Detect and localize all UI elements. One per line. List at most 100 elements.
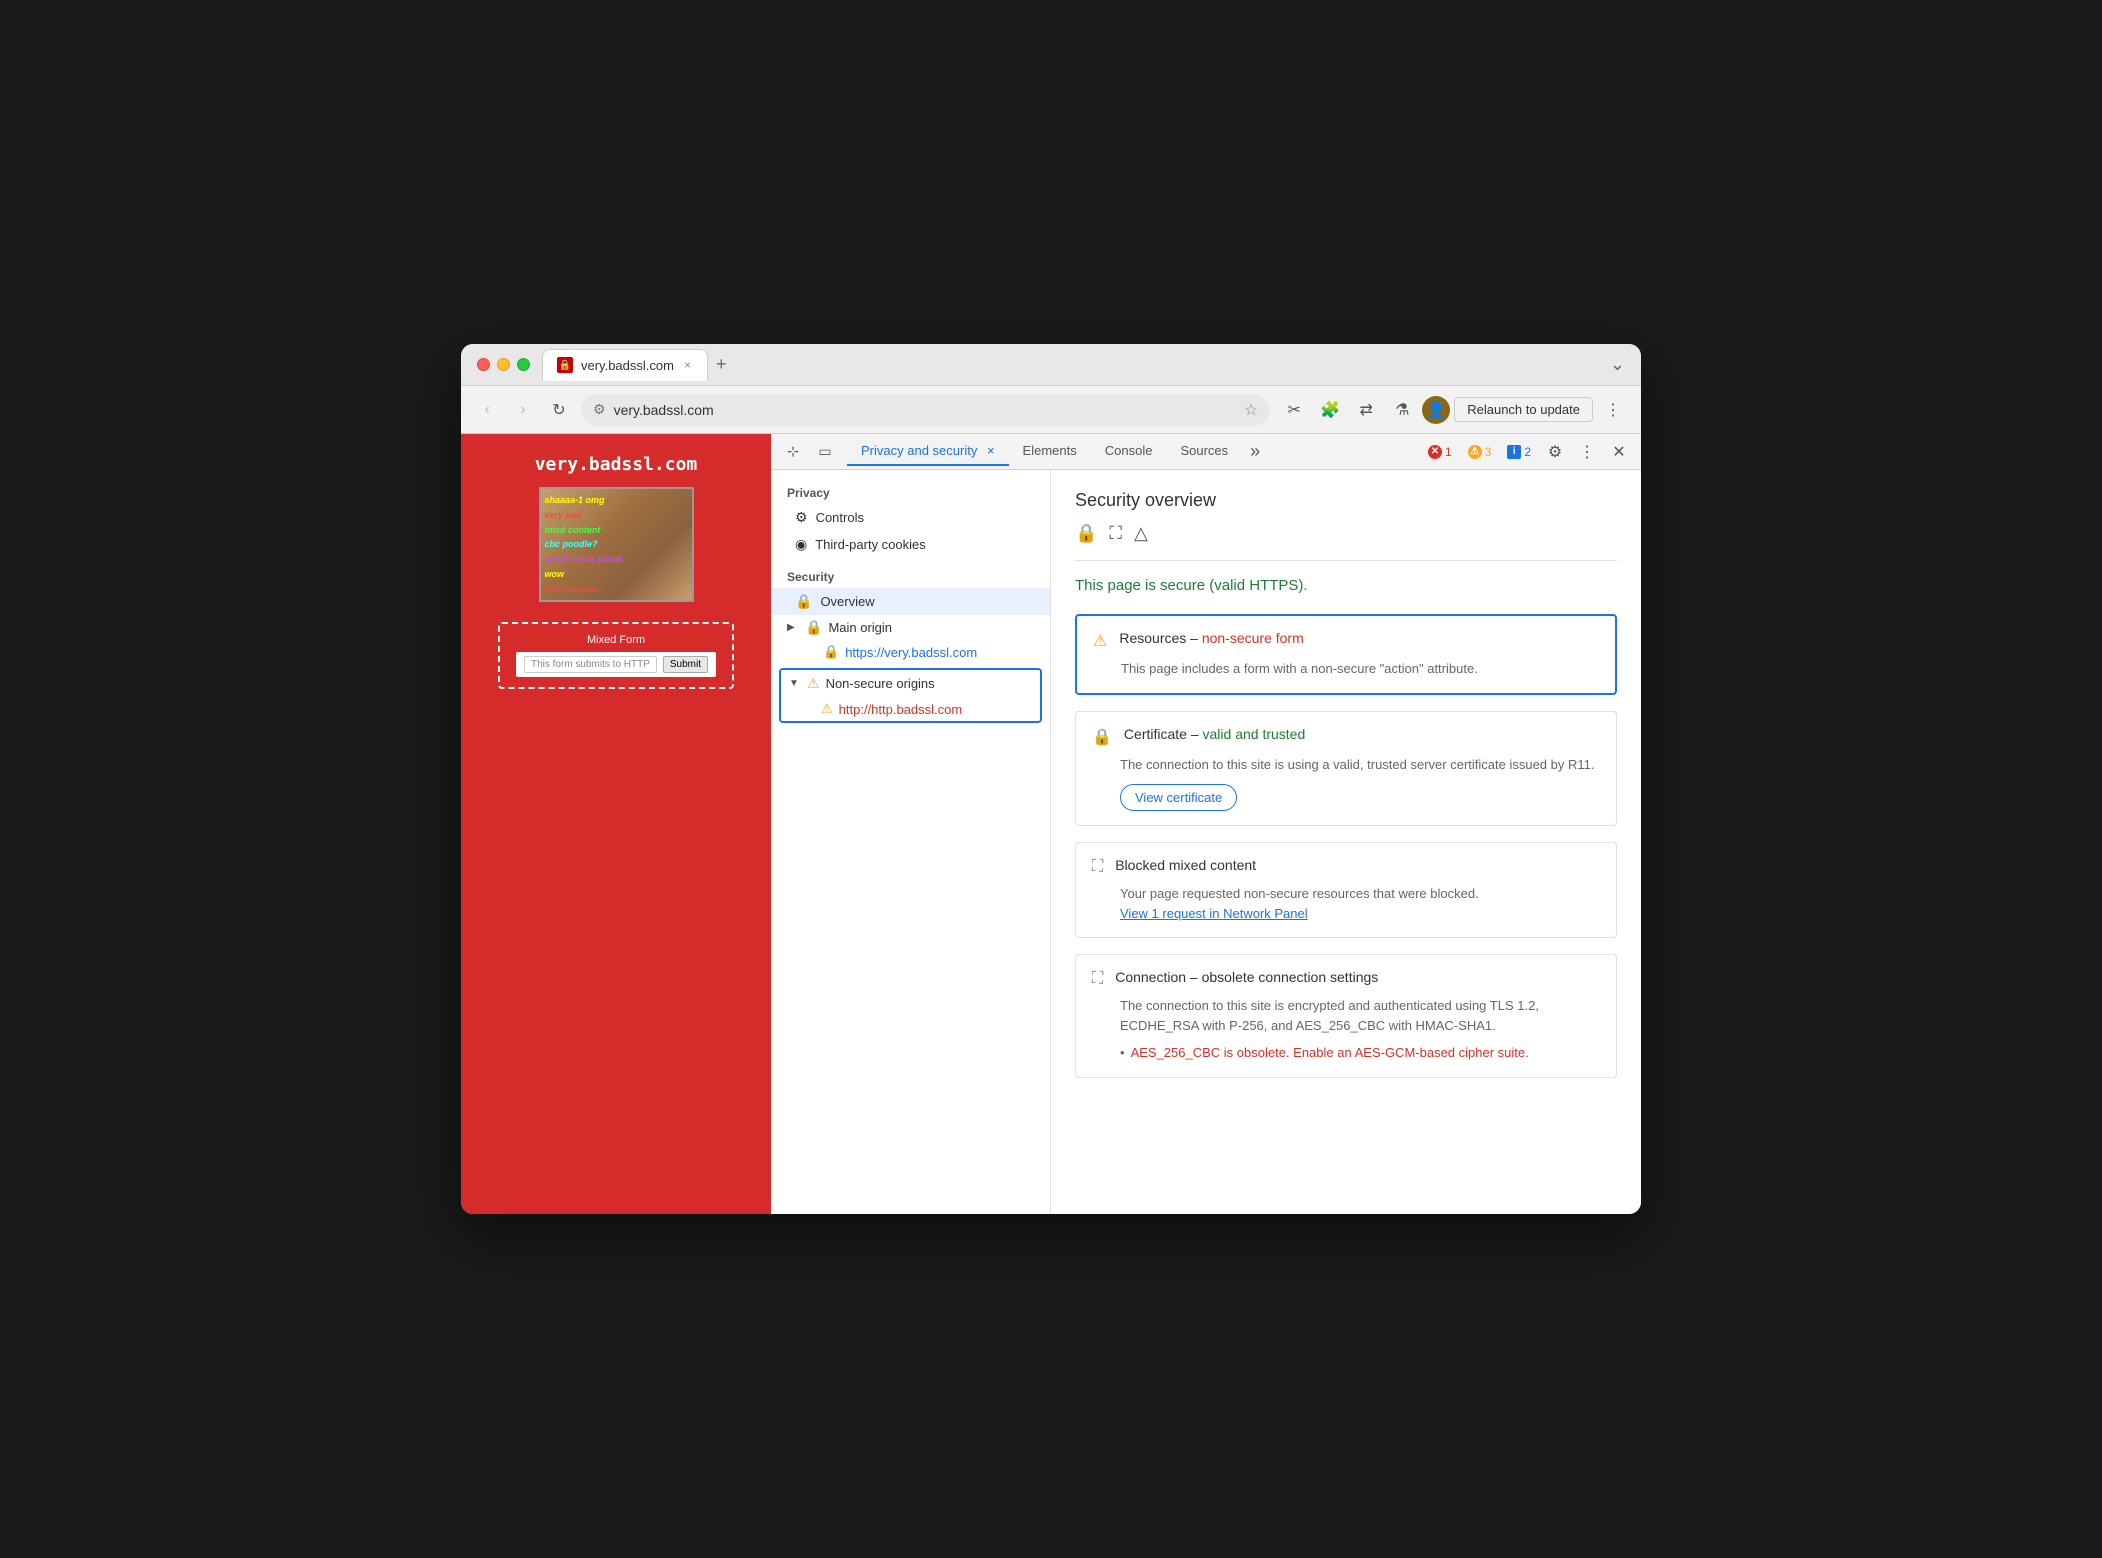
- third-party-label: Third-party cookies: [815, 537, 926, 552]
- secure-message: This page is secure (valid HTTPS).: [1075, 577, 1617, 594]
- error-blue-count: 2: [1524, 445, 1531, 459]
- certificate-title-success: valid and trusted: [1203, 726, 1306, 742]
- main-origin-lock-icon: 🔒: [805, 619, 822, 636]
- bullet-dot: •: [1120, 1043, 1125, 1063]
- forward-icon: ›: [520, 401, 525, 419]
- error-badge-red[interactable]: ✕ 1: [1422, 443, 1458, 461]
- non-secure-url: http://http.badssl.com: [839, 702, 963, 717]
- browser-menu-btn[interactable]: ⋮: [1597, 394, 1629, 426]
- browser-window: 🔒 very.badssl.com × + ⌄ ‹ › ↻ ⚙ very.bad…: [461, 344, 1641, 1214]
- doge-text-4: cbc poodle?: [545, 539, 688, 549]
- main-origin-url: https://very.badssl.com: [845, 645, 977, 660]
- security-overview-title: Security overview: [1075, 490, 1617, 511]
- sidebar-item-controls[interactable]: ⚙ Controls: [771, 504, 1050, 531]
- certificate-body-text: The connection to this site is using a v…: [1120, 757, 1595, 772]
- resources-card-header: ⚠ Resources – non-secure form: [1077, 616, 1615, 659]
- tab-console[interactable]: Console: [1091, 437, 1167, 466]
- reload-btn[interactable]: ↻: [545, 396, 573, 424]
- doge-text-2: very bad: [545, 510, 688, 520]
- overview-icon: 🔒: [795, 593, 812, 610]
- tab-close-btn[interactable]: ×: [682, 356, 693, 374]
- mixed-form-label: Mixed Form: [516, 634, 716, 646]
- frame-sec-icon: ⛶: [1109, 523, 1122, 544]
- mixed-form-area: Mixed Form This form submits to HTTP Sub…: [498, 622, 734, 689]
- doge-text-1: shaaaa-1 omg: [545, 495, 688, 505]
- controls-icon: ⚙: [795, 509, 808, 526]
- lock-sec-icon: 🔒: [1075, 523, 1097, 544]
- view-certificate-btn[interactable]: View certificate: [1120, 784, 1237, 811]
- form-submit-btn[interactable]: Submit: [663, 656, 708, 673]
- resources-warning-icon: ⚠: [1093, 631, 1107, 651]
- nav-bar: ‹ › ↻ ⚙ very.badssl.com ☆ ✂ 🧩 ⇄ ⚗ 👤 Rela…: [461, 386, 1641, 434]
- nav-actions: ✂ 🧩 ⇄ ⚗ 👤 Relaunch to update ⋮: [1278, 394, 1629, 426]
- devtools-tab-icons: ⊹ ▭: [779, 438, 839, 466]
- tab-sources[interactable]: Sources: [1166, 437, 1242, 466]
- error-blue-icon: i: [1507, 445, 1521, 459]
- traffic-lights: [477, 358, 530, 371]
- close-button[interactable]: [477, 358, 490, 371]
- active-tab[interactable]: 🔒 very.badssl.com ×: [542, 349, 708, 381]
- connection-card-header: ⛶ Connection – obsolete connection setti…: [1076, 955, 1616, 996]
- back-icon: ‹: [484, 401, 489, 419]
- extensions-btn[interactable]: 🧩: [1314, 394, 1346, 426]
- non-secure-toggle: ▼: [789, 678, 801, 689]
- doge-texts: shaaaa-1 omg very bad mixd content cbc p…: [541, 489, 692, 600]
- relaunch-btn[interactable]: Relaunch to update: [1454, 397, 1593, 422]
- view-request-link[interactable]: View 1 request in Network Panel: [1120, 906, 1308, 921]
- back-btn[interactable]: ‹: [473, 396, 501, 424]
- address-bar[interactable]: ⚙ very.badssl.com ☆: [581, 394, 1270, 426]
- more-tabs-btn[interactable]: »: [1242, 437, 1268, 466]
- devtools-sidebar: Privacy ⚙ Controls ◉ Third-party cookies…: [771, 470, 1051, 1214]
- main-origin-label: Main origin: [828, 620, 892, 635]
- forward-btn[interactable]: ›: [509, 396, 537, 424]
- main-origin-url-item[interactable]: 🔒 https://very.badssl.com: [771, 640, 1050, 664]
- mixed-content-icon: ⛶: [1092, 858, 1103, 876]
- devtools-tabs: ⊹ ▭ Privacy and security × Elements Cons…: [771, 434, 1641, 470]
- labs-btn[interactable]: ⚗: [1386, 394, 1418, 426]
- minimize-button[interactable]: [497, 358, 510, 371]
- new-tab-btn[interactable]: +: [716, 354, 727, 375]
- sidebar-item-overview[interactable]: 🔒 Overview: [771, 588, 1050, 615]
- device-icon-btn[interactable]: ▭: [811, 438, 839, 466]
- maximize-button[interactable]: [517, 358, 530, 371]
- connection-card-title: Connection – obsolete connection setting…: [1115, 969, 1378, 985]
- reload-icon: ↻: [552, 400, 565, 420]
- tab-privacy-security[interactable]: Privacy and security ×: [847, 437, 1009, 466]
- main-origin-tree-item[interactable]: ▶ 🔒 Main origin: [771, 615, 1050, 640]
- error-badge-blue[interactable]: i 2: [1501, 443, 1537, 461]
- doge-image: shaaaa-1 omg very bad mixd content cbc p…: [539, 487, 694, 602]
- certificate-lock-icon: 🔒: [1092, 727, 1112, 747]
- sidebar-item-third-party[interactable]: ◉ Third-party cookies: [771, 531, 1050, 558]
- connection-card-body: The connection to this site is encrypted…: [1076, 996, 1616, 1077]
- devtools-close-btn[interactable]: ✕: [1605, 438, 1633, 466]
- window-menu-btn[interactable]: ⌄: [1610, 354, 1625, 375]
- non-secure-warning-icon: ⚠: [807, 675, 820, 692]
- form-input[interactable]: This form submits to HTTP: [524, 656, 657, 673]
- mixed-content-card-header: ⛶ Blocked mixed content: [1076, 843, 1616, 884]
- tab-elements[interactable]: Elements: [1009, 437, 1091, 466]
- tab-console-label: Console: [1105, 443, 1153, 458]
- cookie-icon: ◉: [795, 536, 807, 553]
- privacy-section-title: Privacy: [771, 482, 1050, 504]
- doge-image-inner: shaaaa-1 omg very bad mixd content cbc p…: [541, 489, 692, 600]
- tab-close-icon[interactable]: ×: [987, 443, 995, 458]
- cursor-icon-btn[interactable]: ⊹: [779, 438, 807, 466]
- non-secure-label: Non-secure origins: [826, 676, 935, 691]
- warning-sec-icon: △: [1134, 523, 1148, 544]
- tab-title: very.badssl.com: [581, 358, 674, 373]
- resources-card-title: Resources – non-secure form: [1119, 630, 1303, 646]
- devtools-more-btn[interactable]: ⋮: [1573, 438, 1601, 466]
- error-yellow-count: 3: [1485, 445, 1492, 459]
- scissors-btn[interactable]: ✂: [1278, 394, 1310, 426]
- doge-text-5: needs moar privat: [545, 554, 688, 564]
- share-btn[interactable]: ⇄: [1350, 394, 1382, 426]
- error-badge-yellow[interactable]: ⚠ 3: [1462, 443, 1498, 461]
- settings-gear-btn[interactable]: ⚙: [1541, 438, 1569, 466]
- certificate-card-header: 🔒 Certificate – valid and trusted: [1076, 712, 1616, 755]
- main-origin-lock-icon-small: 🔒: [823, 644, 839, 660]
- address-security-icon: ⚙: [593, 401, 606, 418]
- non-secure-url-item[interactable]: ⚠ http://http.badssl.com: [781, 697, 1040, 721]
- non-secure-header[interactable]: ▼ ⚠ Non-secure origins: [781, 670, 1040, 697]
- profile-avatar[interactable]: 👤: [1422, 396, 1450, 424]
- devtools-panel: ⊹ ▭ Privacy and security × Elements Cons…: [771, 434, 1641, 1214]
